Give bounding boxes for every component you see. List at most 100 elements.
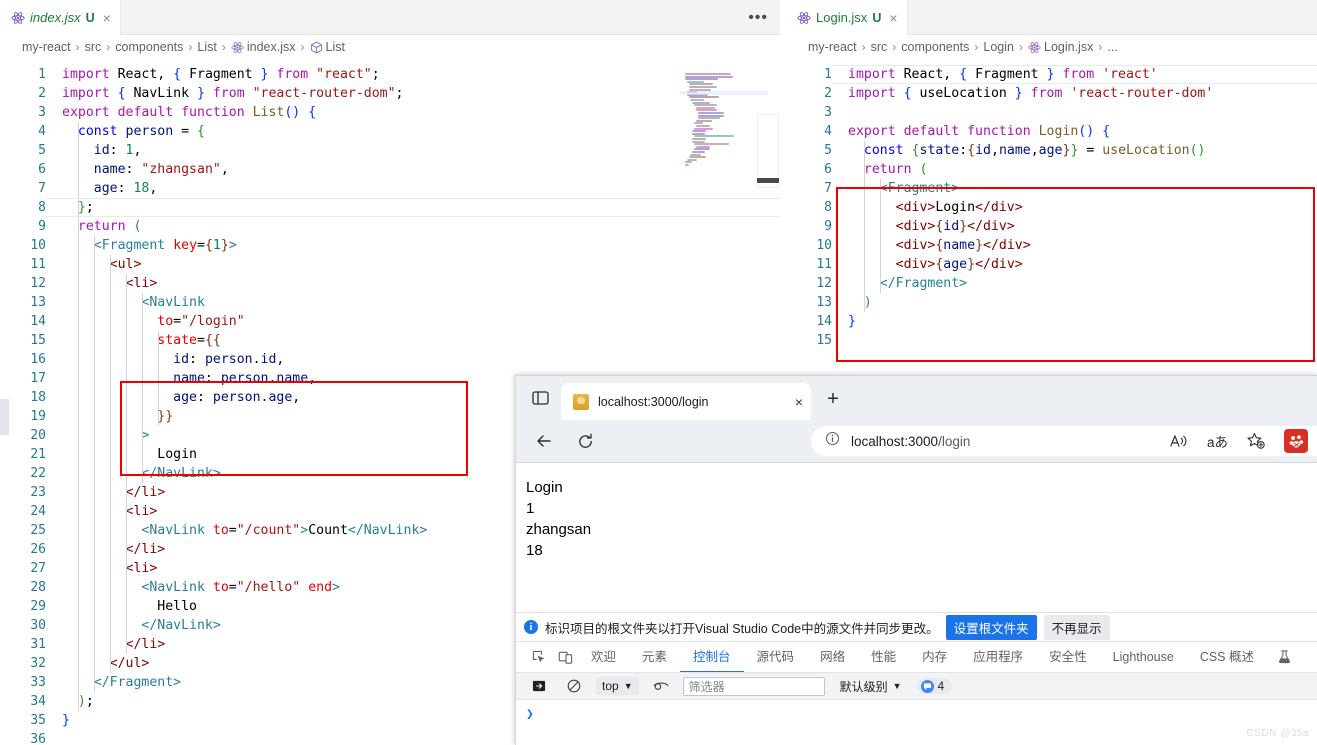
extension-icon[interactable] xyxy=(1284,429,1308,453)
code-line[interactable]: 4 export default function Login() { xyxy=(786,122,1317,141)
close-icon[interactable]: × xyxy=(889,11,897,25)
breadcrumb-item[interactable]: List xyxy=(310,40,345,54)
context-selector[interactable]: top ▼ xyxy=(596,677,639,695)
page-line: Login xyxy=(526,479,563,496)
code-line[interactable]: 14} xyxy=(786,312,1317,331)
breadcrumb-item[interactable]: my-react xyxy=(22,40,71,54)
breadcrumb-item[interactable]: Login.jsx xyxy=(1028,40,1093,54)
code-line[interactable]: 2 import { useLocation } from 'react-rout… xyxy=(786,84,1317,103)
breadcrumb-item[interactable]: List xyxy=(197,40,216,54)
code-line[interactable]: 14 to="/login" xyxy=(0,312,780,331)
device-toolbar-icon[interactable] xyxy=(552,644,578,670)
code-line[interactable]: 16 id: person.id, xyxy=(0,350,780,369)
code-line[interactable]: 12 </Fragment> xyxy=(786,274,1317,293)
line-number: 11 xyxy=(30,257,46,272)
favicon-icon xyxy=(573,393,589,410)
breadcrumb-label: Login xyxy=(983,40,1014,54)
code-token: () xyxy=(1189,143,1206,158)
breadcrumb-left[interactable]: my-react › src › components › List › index.jsx › L… xyxy=(0,35,780,59)
code-line[interactable]: 3 xyxy=(786,103,1317,122)
breadcrumb-right[interactable]: my-react › src › components › Login › Login.jsx ›… xyxy=(786,35,1317,59)
clear-console-icon[interactable] xyxy=(561,673,587,699)
devtools-tab-2[interactable]: 控制台 xyxy=(680,642,744,673)
tab-login-jsx[interactable]: Login.jsx U × xyxy=(786,0,908,35)
devtools-tab-5[interactable]: 性能 xyxy=(858,642,909,673)
code-line[interactable]: 5 id: 1, xyxy=(0,141,780,160)
dont-show-again-button[interactable]: 不再显示 xyxy=(1043,614,1110,640)
console-sidebar-icon[interactable] xyxy=(526,673,552,699)
code-line[interactable]: 15 state={{ xyxy=(0,331,780,350)
code-line[interactable]: 10 <Fragment key={1}> xyxy=(0,236,780,255)
code-token: default xyxy=(109,105,174,120)
close-icon[interactable]: × xyxy=(103,11,111,25)
devtools-tab-0[interactable]: 欢迎 xyxy=(578,642,629,673)
code-line[interactable]: 3 export default function List() { xyxy=(0,103,780,122)
info-icon[interactable] xyxy=(825,431,840,451)
code-text: age: person.age, xyxy=(62,388,300,407)
console-output[interactable]: ❯ xyxy=(516,699,1317,744)
breadcrumb-item[interactable]: my-react xyxy=(808,40,857,54)
devtools-tab-1[interactable]: 元素 xyxy=(629,642,680,673)
translate-icon[interactable]: aあ xyxy=(1207,431,1228,451)
message-count-badge[interactable]: 4 xyxy=(916,678,953,694)
log-level-selector[interactable]: 默认级别 ▼ xyxy=(834,676,908,697)
code-line[interactable]: 1 import React, { Fragment } from "react"… xyxy=(0,65,780,84)
back-button[interactable] xyxy=(532,429,556,453)
line-number: 8 xyxy=(824,200,832,215)
inspect-element-icon[interactable] xyxy=(526,644,552,670)
line-number: 9 xyxy=(38,219,46,234)
scrollbar-thumb[interactable] xyxy=(757,178,779,183)
breadcrumb-item[interactable]: components xyxy=(115,40,183,54)
code-text: name: person.name, xyxy=(62,369,316,388)
breadcrumb-item[interactable]: src xyxy=(871,40,888,54)
devtools-tab-9[interactable]: Lighthouse xyxy=(1100,642,1187,673)
breadcrumb-item[interactable]: index.jsx xyxy=(231,40,296,54)
close-icon[interactable]: × xyxy=(795,395,803,409)
devtools-tab-8[interactable]: 安全性 xyxy=(1036,642,1100,673)
code-token: </ul> xyxy=(109,656,150,671)
tab-index-jsx[interactable]: index.jsx U × xyxy=(0,0,121,35)
breadcrumb-item[interactable]: components xyxy=(901,40,969,54)
add-favorite-icon[interactable] xyxy=(1246,432,1266,450)
code-line[interactable]: 10 <div>{name}</div> xyxy=(786,236,1317,255)
code-line[interactable]: 6 return ( xyxy=(786,160,1317,179)
set-root-folder-button[interactable]: 设置根文件夹 xyxy=(945,614,1037,640)
code-line[interactable]: 13 ) xyxy=(786,293,1317,312)
code-line[interactable]: 15 xyxy=(786,331,1317,350)
code-line[interactable]: 8 <div>Login</div> xyxy=(786,198,1317,217)
breadcrumb-item[interactable]: src xyxy=(85,40,102,54)
code-line[interactable]: 5 const {state:{id,name,age}} = useLocat… xyxy=(786,141,1317,160)
devtools-tab-7[interactable]: 应用程序 xyxy=(960,642,1036,673)
live-expression-eye-icon[interactable] xyxy=(648,673,674,699)
code-line[interactable]: 4 const person = { xyxy=(0,122,780,141)
read-aloud-icon[interactable] xyxy=(1169,433,1189,450)
sidebar-toggle-icon[interactable] xyxy=(529,388,551,408)
code-line[interactable]: 7 <Fragment> xyxy=(786,179,1317,198)
line-number: 7 xyxy=(824,181,832,196)
code-line[interactable]: 12 <li> xyxy=(0,274,780,293)
breadcrumb-separator: › xyxy=(300,40,305,54)
breadcrumb-item[interactable]: Login xyxy=(983,40,1014,54)
devtools-tab-10[interactable]: CSS 概述 xyxy=(1187,642,1267,673)
code-line[interactable]: 11 <ul> xyxy=(0,255,780,274)
reload-button[interactable] xyxy=(573,429,597,453)
devtools-tab-6[interactable]: 内存 xyxy=(909,642,960,673)
code-line[interactable]: 7 age: 18, xyxy=(0,179,780,198)
console-filter-input[interactable]: 筛选器 xyxy=(682,676,825,696)
new-tab-button[interactable]: + xyxy=(821,388,845,410)
code-token: </div> xyxy=(975,257,1023,272)
code-line[interactable]: 11 <div>{age}</div> xyxy=(786,255,1317,274)
devtools-tab-3[interactable]: 源代码 xyxy=(744,642,808,673)
tab-label: index.jsx xyxy=(30,10,81,25)
code-line[interactable]: 6 name: "zhangsan", xyxy=(0,160,780,179)
devtools-tab-4[interactable]: 网络 xyxy=(807,642,858,673)
code-line[interactable]: 9 return ( xyxy=(0,217,780,236)
more-actions-button[interactable]: ••• xyxy=(748,0,768,35)
breadcrumb-item[interactable]: ... xyxy=(1107,40,1117,54)
browser-tab[interactable]: localhost:3000/login × xyxy=(561,383,811,420)
code-line[interactable]: 9 <div>{id}</div> xyxy=(786,217,1317,236)
code-line[interactable]: 13 <NavLink xyxy=(0,293,780,312)
code-line[interactable]: 2 import { NavLink } from "react-router-d… xyxy=(0,84,780,103)
scrollbar-track[interactable] xyxy=(757,114,779,188)
